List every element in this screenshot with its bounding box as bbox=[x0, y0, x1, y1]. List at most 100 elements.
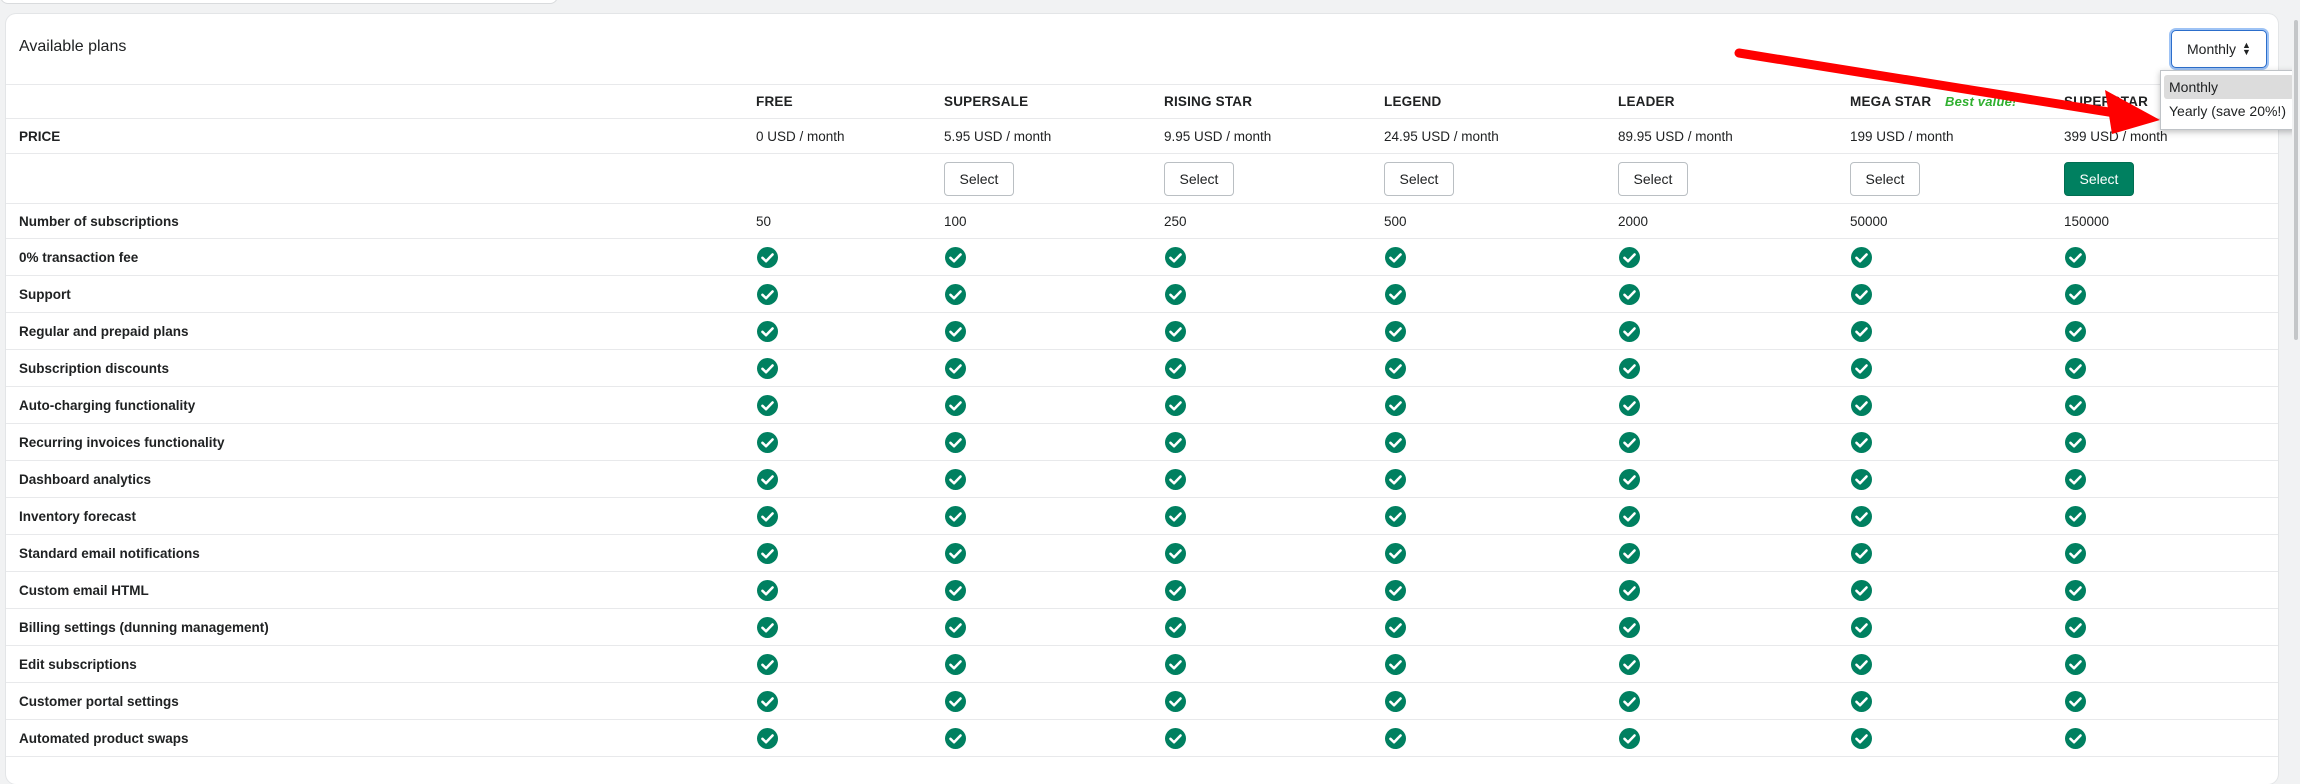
scrollbar-thumb[interactable] bbox=[2294, 20, 2298, 340]
feature-cell bbox=[944, 460, 1164, 498]
feature-cell bbox=[1164, 608, 1384, 646]
feature-cell bbox=[1618, 645, 1850, 683]
dropdown-option-monthly[interactable]: Monthly bbox=[2164, 75, 2294, 99]
plan-subscriptions: 150000 bbox=[2064, 203, 2278, 239]
feature-cell bbox=[1850, 719, 2064, 757]
feature-cell bbox=[2064, 682, 2278, 720]
check-circle-icon bbox=[2065, 357, 2086, 379]
feature-cell bbox=[1164, 497, 1384, 535]
feature-cell bbox=[2064, 423, 2278, 461]
feature-cell bbox=[944, 349, 1164, 387]
check-circle-icon bbox=[1385, 505, 1406, 527]
feature-cell bbox=[1850, 534, 2064, 572]
plan-price: 9.95 USD / month bbox=[1164, 118, 1384, 154]
feature-cell bbox=[1850, 349, 2064, 387]
check-circle-icon bbox=[2065, 653, 2086, 675]
plan-select-cell: Select bbox=[1618, 153, 1850, 204]
feature-row: Recurring invoices functionality bbox=[6, 423, 2278, 461]
feature-cell bbox=[944, 497, 1164, 535]
check-circle-icon bbox=[1619, 394, 1640, 416]
feature-cell bbox=[1850, 571, 2064, 609]
feature-label: Edit subscriptions bbox=[6, 645, 756, 683]
price-row: PRICE 0 USD / month 5.95 USD / month 9.95 U… bbox=[6, 118, 2278, 154]
billing-period-select[interactable]: Monthly ▲ ▼ bbox=[2171, 30, 2267, 68]
check-circle-icon bbox=[1165, 468, 1186, 490]
feature-cell bbox=[2064, 497, 2278, 535]
check-circle-icon bbox=[1619, 690, 1640, 712]
check-circle-icon bbox=[945, 727, 966, 749]
feature-label: Inventory forecast bbox=[6, 497, 756, 535]
check-circle-icon bbox=[757, 468, 778, 490]
check-circle-icon bbox=[1165, 246, 1186, 268]
dropdown-option-yearly[interactable]: Yearly (save 20%!) bbox=[2164, 99, 2294, 123]
feature-label: Standard email notifications bbox=[6, 534, 756, 572]
feature-cell bbox=[1618, 312, 1850, 350]
feature-row: Regular and prepaid plans bbox=[6, 312, 2278, 350]
feature-cell bbox=[1384, 682, 1618, 720]
check-circle-icon bbox=[1385, 579, 1406, 601]
plan-name: SUPERSALE bbox=[944, 84, 1164, 119]
feature-cell bbox=[756, 571, 944, 609]
feature-cell bbox=[944, 312, 1164, 350]
feature-cell bbox=[944, 423, 1164, 461]
feature-cell bbox=[1164, 312, 1384, 350]
feature-cell bbox=[756, 460, 944, 498]
check-circle-icon bbox=[945, 653, 966, 675]
feature-cell bbox=[1850, 608, 2064, 646]
select-plan-button[interactable]: Select bbox=[1850, 161, 1920, 196]
check-circle-icon bbox=[2065, 727, 2086, 749]
feature-label: Subscription discounts bbox=[6, 349, 756, 387]
check-circle-icon bbox=[945, 579, 966, 601]
select-plan-button[interactable]: Select bbox=[1618, 161, 1688, 196]
plan-subscriptions: 500 bbox=[1384, 203, 1618, 239]
plan-price: 0 USD / month bbox=[756, 118, 944, 154]
feature-cell bbox=[2064, 571, 2278, 609]
check-circle-icon bbox=[1619, 616, 1640, 638]
select-plan-button[interactable]: Select bbox=[1164, 161, 1234, 196]
feature-cell bbox=[1164, 423, 1384, 461]
select-plan-button[interactable]: Select bbox=[2064, 161, 2134, 196]
plan-name: LEADER bbox=[1618, 84, 1850, 119]
feature-cell bbox=[1618, 238, 1850, 276]
feature-row: Billing settings (dunning management) bbox=[6, 608, 2278, 646]
feature-row: Subscription discounts bbox=[6, 349, 2278, 387]
check-circle-icon bbox=[1619, 431, 1640, 453]
row-label-empty bbox=[6, 153, 756, 204]
check-circle-icon bbox=[1385, 616, 1406, 638]
check-circle-icon bbox=[945, 505, 966, 527]
feature-cell bbox=[1164, 349, 1384, 387]
feature-cell bbox=[1384, 275, 1618, 313]
check-circle-icon bbox=[945, 468, 966, 490]
feature-cell bbox=[1850, 386, 2064, 424]
feature-cell bbox=[2064, 386, 2278, 424]
check-circle-icon bbox=[1851, 616, 1872, 638]
feature-cell bbox=[756, 719, 944, 757]
select-plan-button[interactable]: Select bbox=[944, 161, 1014, 196]
check-circle-icon bbox=[757, 431, 778, 453]
feature-cell bbox=[1618, 460, 1850, 498]
select-row: Select Select Select Select Select Select bbox=[6, 153, 2278, 204]
feature-cell bbox=[1850, 682, 2064, 720]
feature-label: 0% transaction fee bbox=[6, 238, 756, 276]
check-circle-icon bbox=[1385, 727, 1406, 749]
check-circle-icon bbox=[1851, 357, 1872, 379]
feature-cell bbox=[1618, 386, 1850, 424]
feature-row: Inventory forecast bbox=[6, 497, 2278, 535]
check-circle-icon bbox=[945, 357, 966, 379]
feature-cell bbox=[756, 386, 944, 424]
check-circle-icon bbox=[1851, 579, 1872, 601]
check-circle-icon bbox=[1851, 653, 1872, 675]
feature-row: Edit subscriptions bbox=[6, 645, 2278, 683]
feature-cell bbox=[1384, 719, 1618, 757]
check-circle-icon bbox=[2065, 542, 2086, 564]
feature-cell bbox=[2064, 534, 2278, 572]
check-circle-icon bbox=[2065, 468, 2086, 490]
check-circle-icon bbox=[757, 727, 778, 749]
plan-header-row: FREE SUPERSALE RISING STAR LEGEND LEADER MEGA… bbox=[6, 84, 2278, 119]
feature-cell bbox=[1384, 460, 1618, 498]
feature-row: Auto-charging functionality bbox=[6, 386, 2278, 424]
feature-cell bbox=[1618, 571, 1850, 609]
check-circle-icon bbox=[945, 690, 966, 712]
select-plan-button[interactable]: Select bbox=[1384, 161, 1454, 196]
check-circle-icon bbox=[1385, 283, 1406, 305]
